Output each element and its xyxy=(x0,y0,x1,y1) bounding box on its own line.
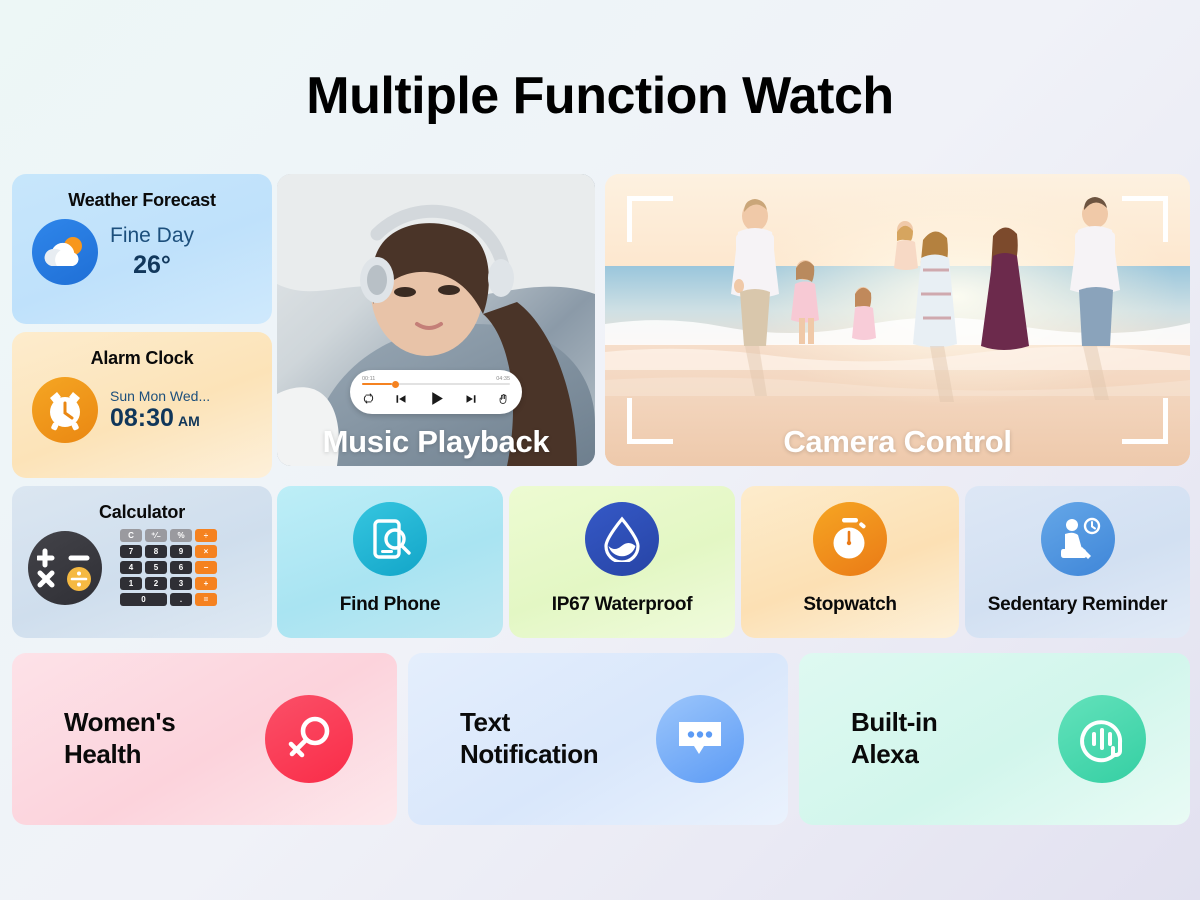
calculator-key-C[interactable]: C xyxy=(120,529,142,542)
music-elapsed-time: 00:11 xyxy=(362,376,376,382)
calculator-key-7[interactable]: 7 xyxy=(120,545,142,558)
feature-tile-stopwatch[interactable]: Stopwatch xyxy=(741,486,959,638)
page-title: Multiple Function Watch xyxy=(306,67,894,125)
calculator-key-×[interactable]: × xyxy=(195,545,217,558)
feature-label-find-phone: Find Phone xyxy=(339,594,441,615)
weather-temperature: 26° xyxy=(133,250,171,279)
female-symbol-icon xyxy=(265,695,353,783)
water-drop-icon xyxy=(585,502,659,576)
calculator-operators-icon xyxy=(28,530,102,605)
calculator-key-⁺⁄₋[interactable]: ⁺⁄₋ xyxy=(145,529,167,542)
feature-tile-womens-health[interactable]: Women's Health xyxy=(12,653,397,825)
womens-health-label-line1: Women's xyxy=(64,707,176,738)
music-photo xyxy=(277,174,595,466)
calculator-key-8[interactable]: 8 xyxy=(145,545,167,558)
stopwatch-icon xyxy=(813,502,887,576)
calculator-key-÷[interactable]: ÷ xyxy=(195,529,217,542)
sun-cloud-icon xyxy=(32,219,98,285)
sitting-person-clock-icon xyxy=(1040,502,1115,576)
music-progress-track[interactable] xyxy=(362,380,510,388)
calculator-key-3[interactable]: 3 xyxy=(170,577,192,590)
feature-label-stopwatch: Stopwatch xyxy=(803,594,897,615)
music-progress-knob[interactable] xyxy=(391,380,399,388)
calculator-key-4[interactable]: 4 xyxy=(120,561,142,574)
calculator-key-−[interactable]: − xyxy=(195,561,217,574)
play-icon[interactable] xyxy=(428,390,445,407)
calculator-key-5[interactable]: 5 xyxy=(145,561,167,574)
speech-bubble-icon xyxy=(656,695,744,783)
calculator-key-+[interactable]: + xyxy=(195,577,217,590)
music-duration: 04:35 xyxy=(496,376,510,382)
weather-card-title: Weather Forecast xyxy=(68,190,216,210)
repeat-icon[interactable] xyxy=(363,393,374,404)
alarm-clock-icon xyxy=(32,377,98,443)
calculator-card[interactable]: Calculator C ⁺⁄₋% ÷ 7 8 9 × 4 5 6− 1 2 3 +0. = xyxy=(12,486,272,638)
feature-label-sedentary: Sedentary Reminder xyxy=(987,594,1168,615)
music-progress-fill xyxy=(362,383,392,385)
alarm-days: Sun Mon Wed... xyxy=(110,387,211,404)
viewfinder-bracket-top-left xyxy=(627,196,673,242)
feature-tile-waterproof[interactable]: IP67 Waterproof xyxy=(509,486,735,638)
text-notification-label-line1: Text xyxy=(460,707,510,738)
alarm-meridiem: AM xyxy=(177,412,200,429)
camera-photo xyxy=(605,174,1190,466)
calculator-key-=[interactable]: = xyxy=(195,593,217,606)
previous-track-icon[interactable] xyxy=(395,393,407,405)
find-phone-icon xyxy=(353,502,427,576)
alarm-time: 08:30 xyxy=(110,403,174,432)
feature-tile-text-notification[interactable]: Text Notification xyxy=(408,653,788,825)
calculator-key-.[interactable]: . xyxy=(170,593,192,606)
text-notification-label-line2: Notification xyxy=(460,739,599,769)
feature-tile-sedentary-reminder[interactable]: Sedentary Reminder xyxy=(965,486,1190,638)
viewfinder-bracket-top-right xyxy=(1122,196,1168,242)
alarm-clock-card[interactable]: Alarm Clock Sun Mon Wed... 08:30 AM xyxy=(12,332,272,478)
calculator-card-title: Calculator xyxy=(98,502,186,522)
camera-control-card[interactable]: Camera Control xyxy=(605,174,1190,466)
calculator-key-2[interactable]: 2 xyxy=(145,577,167,590)
alexa-label-line1: Built-in xyxy=(851,707,938,738)
calculator-key-%[interactable]: % xyxy=(170,529,192,542)
feature-label-waterproof: IP67 Waterproof xyxy=(551,594,693,615)
gesture-hand-icon[interactable] xyxy=(498,393,509,405)
calculator-key-9[interactable]: 9 xyxy=(170,545,192,558)
next-track-icon[interactable] xyxy=(465,393,477,405)
calculator-key-0[interactable]: 0 xyxy=(120,593,167,606)
calculator-key-1[interactable]: 1 xyxy=(120,577,142,590)
calculator-keypad[interactable]: C ⁺⁄₋% ÷ 7 8 9 × 4 5 6− 1 2 3 +0. = xyxy=(120,529,217,606)
feature-tile-find-phone[interactable]: Find Phone xyxy=(277,486,503,638)
weather-forecast-card[interactable]: Weather Forecast Fine Day 26° xyxy=(12,174,272,324)
music-player-bar[interactable]: 00:11 04:35 xyxy=(350,370,522,414)
weather-condition: Fine Day xyxy=(110,224,195,248)
camera-control-label: Camera Control xyxy=(783,424,1012,459)
music-playback-card[interactable]: 00:11 04:35 Music Playback xyxy=(277,174,595,466)
alexa-voice-icon xyxy=(1058,695,1146,783)
feature-tile-builtin-alexa[interactable]: Built-in Alexa xyxy=(799,653,1190,825)
alarm-card-title: Alarm Clock xyxy=(90,348,194,368)
womens-health-label-line2: Health xyxy=(64,739,142,769)
alexa-label-line2: Alexa xyxy=(851,739,919,769)
music-playback-label: Music Playback xyxy=(322,424,550,459)
calculator-key-6[interactable]: 6 xyxy=(170,561,192,574)
